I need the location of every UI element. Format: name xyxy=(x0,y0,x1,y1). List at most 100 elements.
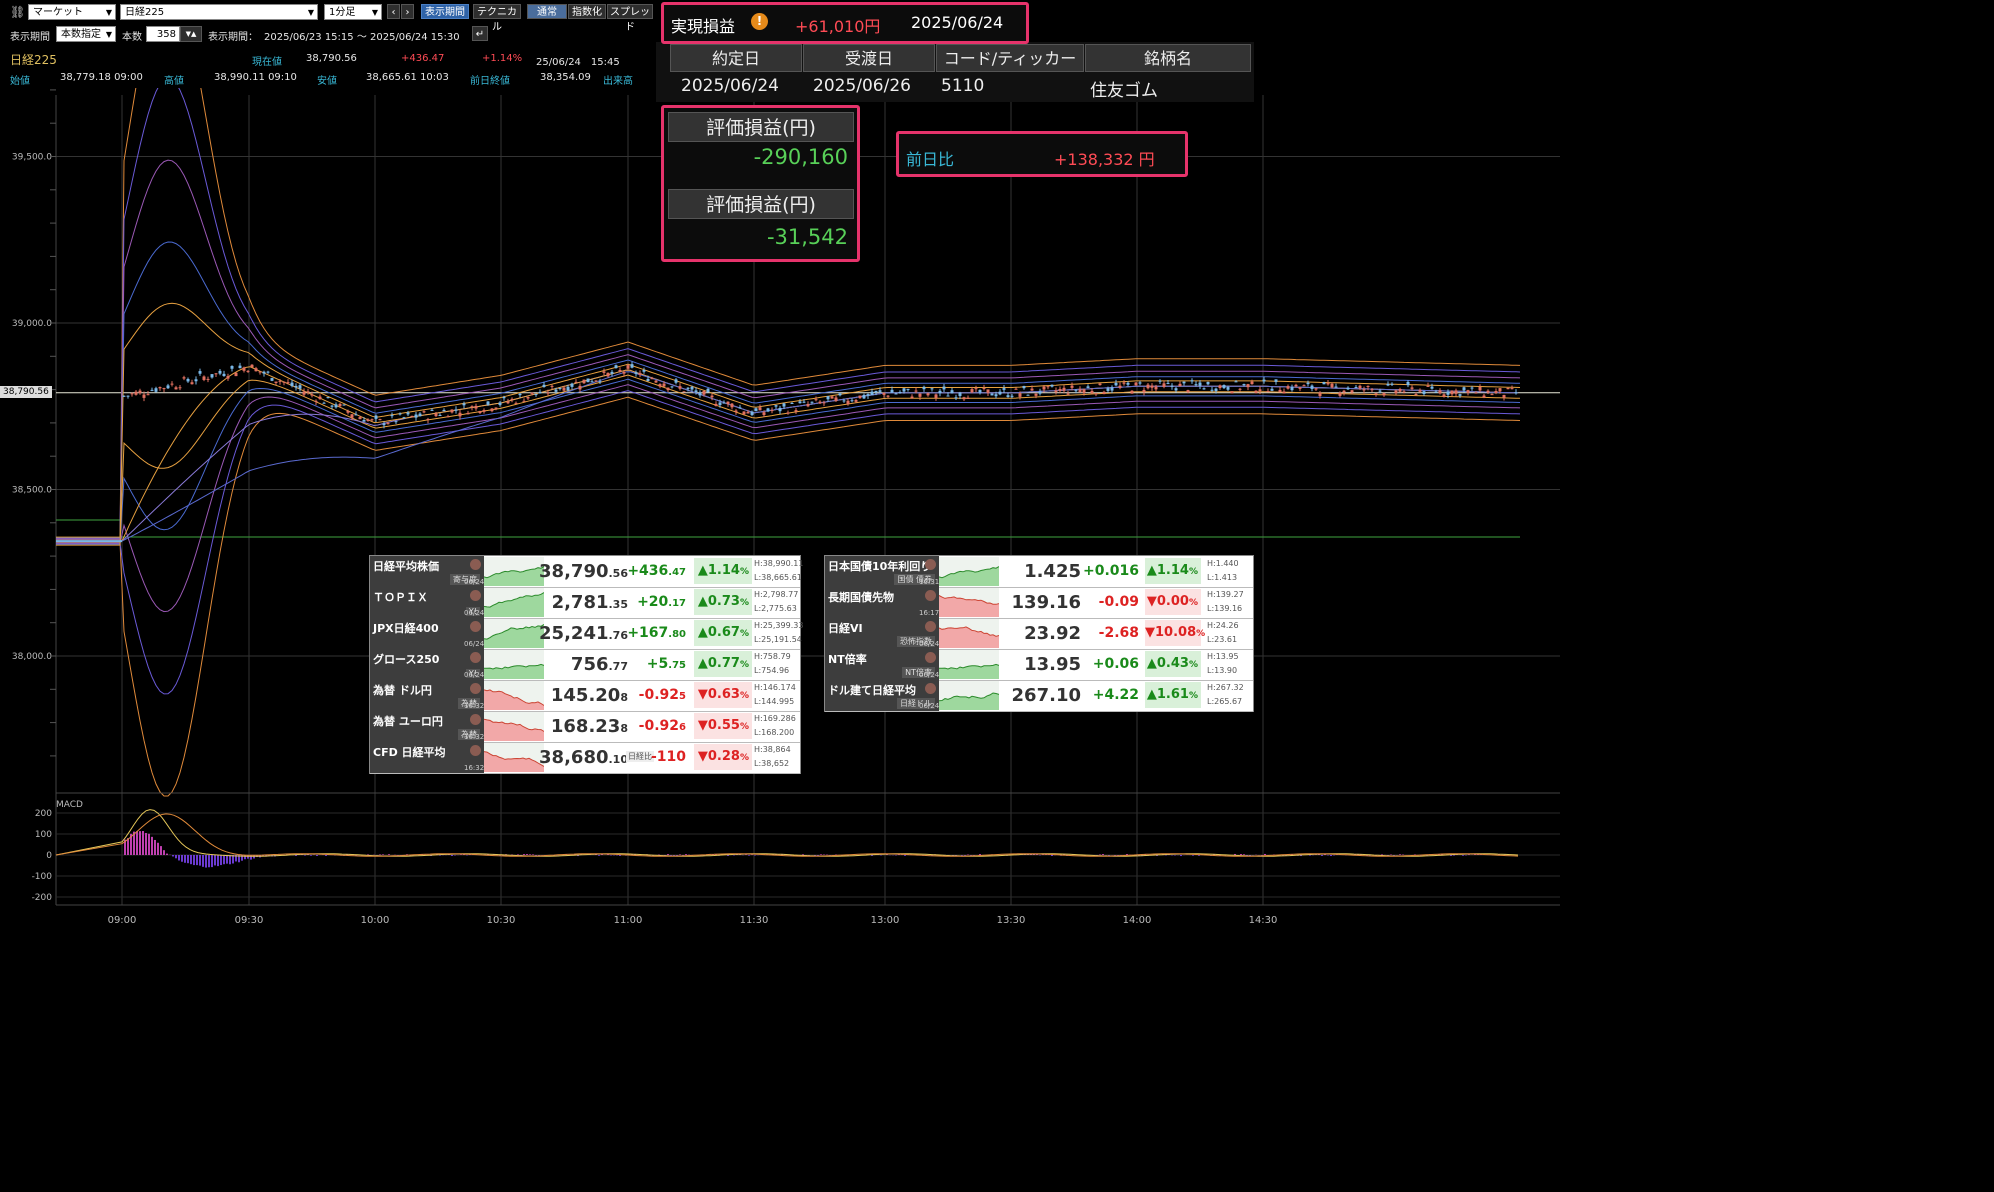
prev-button[interactable]: ‹ xyxy=(387,4,400,19)
index-mode-button[interactable]: 指数化 xyxy=(568,4,606,19)
candle-body xyxy=(838,393,842,396)
candle-body xyxy=(1254,390,1258,393)
candle-body xyxy=(554,389,558,392)
period-select[interactable]: 本数指定 ▼ xyxy=(56,26,116,42)
macd-bar xyxy=(163,850,165,855)
candle-body xyxy=(546,392,550,394)
ticker-name-cell[interactable]: 為替 ユーロ円 為替 16:32 xyxy=(370,711,484,742)
ticker-price-decimal: 8 xyxy=(620,722,628,735)
col-name[interactable]: 銘柄名 xyxy=(1085,44,1251,72)
macd-bar xyxy=(820,854,822,855)
macd-bar xyxy=(523,854,525,855)
candle-body xyxy=(1206,381,1210,385)
candle-body xyxy=(342,404,346,406)
ticker-row[interactable]: 為替 ユーロ円 為替 16:32 168.238 -0.926 ▼0.55% H:169.2… xyxy=(370,711,800,743)
ticker-row[interactable]: 為替 ドル円 為替 16:32 145.208 -0.925 ▼0.63% H:146.17… xyxy=(370,680,800,712)
ticker-name-cell[interactable]: グロース250 Y! 06/24 xyxy=(370,649,484,680)
ticker-name-cell[interactable]: ドル建て日経平均 日経ドル 06/24 xyxy=(825,680,939,711)
x-tick-label: 14:30 xyxy=(1249,915,1278,926)
display-range-label: 表示期間： xyxy=(208,32,258,43)
normal-mode-button[interactable]: 通常 xyxy=(527,4,567,19)
candle-body xyxy=(578,385,582,390)
candle-body xyxy=(494,407,498,409)
candle-body xyxy=(938,390,942,394)
interval-select[interactable]: 1分足 ▼ xyxy=(324,4,382,20)
candle-body xyxy=(602,371,606,373)
ticker-name-cell[interactable]: JPX日経400 06/24 xyxy=(370,618,484,649)
ticker-row[interactable]: NT倍率 NT倍率 06/24 13.95 +0.06 ▲0.43% H:13.95 L:13… xyxy=(825,649,1253,681)
link-icon[interactable]: ⛓ xyxy=(10,5,25,19)
candle-body xyxy=(346,410,350,413)
ticker-name-cell[interactable]: 長期国債先物 16:17 xyxy=(825,587,939,618)
count-input[interactable]: 358 xyxy=(146,26,180,42)
ticker-row[interactable]: CFD 日経平均 16:32 38,680.10 日経比 -110 ▼0.28% H:38,… xyxy=(370,742,800,774)
ticker-name-cell[interactable]: NT倍率 NT倍率 06/24 xyxy=(825,649,939,680)
candle-body xyxy=(1158,380,1162,382)
candle-body xyxy=(502,396,506,399)
candle-body xyxy=(1014,388,1018,390)
ticker-change-pct: ▼0.55% xyxy=(694,713,752,739)
ticker-sparkline xyxy=(483,557,545,586)
ticker-name-cell[interactable]: 日本国債10年利回り 国債 債券 16:31 xyxy=(825,556,939,587)
ticker-name-cell[interactable]: 日経平均株価 寄与度 06/24 xyxy=(370,556,484,587)
candle-body xyxy=(610,371,614,374)
period-button[interactable]: 表示期間 xyxy=(421,4,469,19)
technical-button[interactable]: テクニカル xyxy=(473,4,521,33)
candle-body xyxy=(530,392,534,394)
ticker-high: H:38,990.11 xyxy=(754,559,804,568)
candle-body xyxy=(886,395,890,397)
col-code[interactable]: コード/ティッカー xyxy=(936,44,1084,72)
candle-body xyxy=(1102,391,1106,395)
macd-bar xyxy=(154,839,156,855)
candle-body xyxy=(798,401,802,404)
percent-sign: % xyxy=(1196,629,1206,639)
ticker-row[interactable]: 日経VI 恐怖指数 06/24 23.92 -2.68 ▼10.08% H:24.26 L:2… xyxy=(825,618,1253,650)
ticker-price: 23.92 xyxy=(1024,618,1081,649)
ticker-date: 06/24 xyxy=(464,609,485,617)
col-trade-date[interactable]: 約定日 xyxy=(670,44,802,72)
candle-body xyxy=(390,415,394,417)
reset-icon[interactable]: ↵ xyxy=(472,26,488,41)
ticker-row[interactable]: 長期国債先物 16:17 139.16 -0.09 ▼0.00% H:139.27 L:13… xyxy=(825,587,1253,619)
ticker-change-main: +0.016 xyxy=(1082,563,1139,579)
realized-row[interactable]: 2025/06/24 2025/06/26 5110 住友ゴム xyxy=(670,74,1250,101)
candle-body xyxy=(370,419,374,421)
ticker-name-cell[interactable]: 為替 ドル円 為替 16:32 xyxy=(370,680,484,711)
next-button[interactable]: › xyxy=(401,4,414,19)
source-select[interactable]: マーケット ▼ xyxy=(28,4,116,20)
candle-body xyxy=(978,390,982,393)
candle-body xyxy=(154,388,158,392)
count-stepper[interactable]: ▼▲ xyxy=(180,26,202,42)
macd-bar xyxy=(220,855,222,866)
symbol-select[interactable]: 日経225 ▼ xyxy=(120,4,318,20)
candle-body xyxy=(1290,386,1294,391)
macd-bar xyxy=(451,855,453,856)
ticker-name-cell[interactable]: CFD 日経平均 16:32 xyxy=(370,742,484,773)
ticker-high-low: H:24.26 L:23.61 xyxy=(1207,619,1251,647)
ticker-name-cell[interactable]: 日経VI 恐怖指数 06/24 xyxy=(825,618,939,649)
col-settle-date[interactable]: 受渡日 xyxy=(803,44,935,72)
ticker-low: L:144.995 xyxy=(754,697,795,706)
candle-body xyxy=(1166,382,1170,384)
ticker-low: L:13.90 xyxy=(1207,666,1238,675)
ticker-high: H:758.79 xyxy=(754,652,791,661)
candle-body xyxy=(698,392,702,396)
x-tick-label: 09:30 xyxy=(235,915,264,926)
candle-body xyxy=(778,408,782,412)
macd-bar xyxy=(1099,854,1101,855)
candle-body xyxy=(558,388,562,390)
candle-body xyxy=(894,393,898,395)
ticker-row[interactable]: グロース250 Y! 06/24 756.77 +5.75 ▲0.77% H:758.79 L… xyxy=(370,649,800,681)
ticker-row[interactable]: ＴＯＰＩＸ Y! 06/24 2,781.35 +20.17 ▲0.73% H:2,798.… xyxy=(370,587,800,619)
ticker-price-main: 25,241 xyxy=(539,623,609,644)
ticker-row[interactable]: JPX日経400 06/24 25,241.76 +167.80 ▲0.67% H:25,… xyxy=(370,618,803,650)
candle-body xyxy=(542,384,546,387)
candle-body xyxy=(234,372,238,377)
spread-mode-button[interactable]: スプレッド xyxy=(607,4,653,33)
ticker-name-cell[interactable]: ＴＯＰＩＸ Y! 06/24 xyxy=(370,587,484,618)
ticker-row[interactable]: ドル建て日経平均 日経ドル 06/24 267.10 +4.22 ▲1.61% H:267.… xyxy=(825,680,1253,712)
candle-body xyxy=(666,387,670,391)
candle-body xyxy=(470,406,474,408)
ticker-row[interactable]: 日本国債10年利回り 国債 債券 16:31 1.425 +0.016 ▲1.14% H:1… xyxy=(825,556,1253,588)
ticker-row[interactable]: 日経平均株価 寄与度 06/24 38,790.56 +436.47 ▲1.14% H:38… xyxy=(370,556,804,588)
